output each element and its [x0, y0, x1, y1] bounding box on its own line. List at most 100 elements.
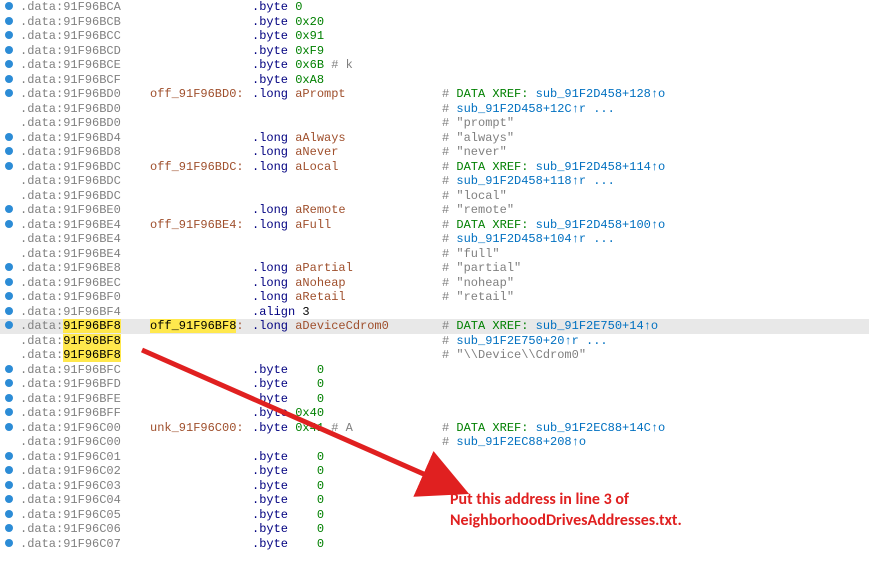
asm-line[interactable]: .data:91F96BEC.long aNoheap# "noheap" [0, 276, 869, 291]
asm-line[interactable]: .data:91F96C04.byte 0 [0, 493, 869, 508]
breakpoint-marker[interactable] [4, 378, 16, 390]
breakpoint-marker[interactable] [4, 219, 16, 231]
breakpoint-marker[interactable] [4, 117, 16, 129]
asm-line[interactable]: .data:91F96BE4# sub_91F2D458+104↑r ... [0, 232, 869, 247]
disassembly-listing[interactable]: .data:91F96BCA.byte 0.data:91F96BCB.byte… [0, 0, 869, 551]
breakpoint-marker[interactable] [4, 538, 16, 550]
breakpoint-marker[interactable] [4, 74, 16, 86]
xref-label: DATA XREF: [456, 319, 535, 333]
breakpoint-marker[interactable] [4, 248, 16, 260]
breakpoint-marker[interactable] [4, 407, 16, 419]
breakpoint-marker[interactable] [4, 335, 16, 347]
breakpoint-marker[interactable] [4, 306, 16, 318]
breakpoint-marker[interactable] [4, 277, 16, 289]
address-column: .data:91F96BCA [20, 0, 150, 15]
asm-line[interactable]: .data:91F96BD0# "prompt" [0, 116, 869, 131]
asm-line[interactable]: .data:91F96BFC.byte 0 [0, 363, 869, 378]
asm-line[interactable]: .data:91F96BD0off_91F96BD0:.long aPrompt… [0, 87, 869, 102]
xref-target[interactable]: sub_91F2D458+12C↑r ... [456, 102, 614, 116]
xref-target[interactable]: sub_91F2EC88+208↑o [456, 435, 586, 449]
asm-line[interactable]: .data:91F96BDC# "local" [0, 189, 869, 204]
address-column: .data:91F96C00 [20, 421, 150, 436]
asm-line[interactable]: .data:91F96BF8off_91F96BF8:.long aDevice… [0, 319, 869, 334]
asm-line[interactable]: .data:91F96BCD.byte 0xF9 [0, 44, 869, 59]
asm-line[interactable]: .data:91F96BCE.byte 0x6B # k [0, 58, 869, 73]
breakpoint-marker[interactable] [4, 204, 16, 216]
asm-line[interactable]: .data:91F96BCA.byte 0 [0, 0, 869, 15]
breakpoint-marker[interactable] [4, 59, 16, 71]
breakpoint-marker[interactable] [4, 523, 16, 535]
asm-line[interactable]: .data:91F96C01.byte 0 [0, 450, 869, 465]
asm-line[interactable]: .data:91F96C07.byte 0 [0, 537, 869, 552]
breakpoint-marker[interactable] [4, 451, 16, 463]
breakpoint-marker[interactable] [4, 132, 16, 144]
asm-line[interactable]: .data:91F96BFD.byte 0 [0, 377, 869, 392]
asm-line[interactable]: .data:91F96BDC# sub_91F2D458+118↑r ... [0, 174, 869, 189]
asm-line[interactable]: .data:91F96BCC.byte 0x91 [0, 29, 869, 44]
xref-target[interactable]: sub_91F2D458+104↑r ... [456, 232, 614, 246]
breakpoint-marker[interactable] [4, 161, 16, 173]
breakpoint-marker[interactable] [4, 1, 16, 13]
asm-line[interactable]: .data:91F96BF8# sub_91F2E750+20↑r ... [0, 334, 869, 349]
breakpoint-marker[interactable] [4, 103, 16, 115]
segment: .data: [20, 0, 63, 14]
xref-target[interactable]: sub_91F2E750+20↑r ... [456, 334, 607, 348]
breakpoint-marker[interactable] [4, 291, 16, 303]
breakpoint-marker[interactable] [4, 349, 16, 361]
breakpoint-marker[interactable] [4, 509, 16, 521]
xref-target[interactable]: sub_91F2EC88+14C↑o [536, 421, 666, 435]
asm-line[interactable]: .data:91F96C00# sub_91F2EC88+208↑o [0, 435, 869, 450]
asm-line[interactable]: .data:91F96BD8.long aNever# "never" [0, 145, 869, 160]
segment: .data: [20, 508, 63, 522]
xref-target[interactable]: sub_91F2D458+128↑o [536, 87, 666, 101]
breakpoint-marker[interactable] [4, 422, 16, 434]
asm-line[interactable]: .data:91F96BDCoff_91F96BDC:.long aLocal#… [0, 160, 869, 175]
asm-line[interactable]: .data:91F96BFF.byte 0x40 [0, 406, 869, 421]
breakpoint-marker[interactable] [4, 30, 16, 42]
comment-string: "never" [456, 145, 506, 159]
breakpoint-marker[interactable] [4, 88, 16, 100]
breakpoint-marker[interactable] [4, 494, 16, 506]
operand-identifier: aRemote [295, 203, 345, 217]
asm-line[interactable]: .data:91F96C05.byte 0 [0, 508, 869, 523]
asm-line[interactable]: .data:91F96BF8# "\\Device\\Cdrom0" [0, 348, 869, 363]
asm-line[interactable]: .data:91F96BE4# "full" [0, 247, 869, 262]
segment: .data: [20, 421, 63, 435]
breakpoint-marker[interactable] [4, 480, 16, 492]
asm-line[interactable]: .data:91F96C00unk_91F96C00:.byte 0x41 # … [0, 421, 869, 436]
asm-line[interactable]: .data:91F96BE0.long aRemote# "remote" [0, 203, 869, 218]
asm-line[interactable]: .data:91F96BE8.long aPartial# "partial" [0, 261, 869, 276]
breakpoint-marker[interactable] [4, 146, 16, 158]
asm-line[interactable]: .data:91F96C06.byte 0 [0, 522, 869, 537]
breakpoint-marker[interactable] [4, 320, 16, 332]
asm-line[interactable]: .data:91F96BF4.align 3 [0, 305, 869, 320]
comment-column: # sub_91F2D458+118↑r ... [442, 174, 615, 189]
breakpoint-marker[interactable] [4, 436, 16, 448]
asm-line[interactable]: .data:91F96BFE.byte 0 [0, 392, 869, 407]
breakpoint-marker[interactable] [4, 190, 16, 202]
asm-line[interactable]: .data:91F96BE4off_91F96BE4:.long aFull# … [0, 218, 869, 233]
breakpoint-marker[interactable] [4, 262, 16, 274]
xref-target[interactable]: sub_91F2D458+100↑o [536, 218, 666, 232]
instruction-column: .long aFull [252, 218, 442, 233]
breakpoint-marker[interactable] [4, 45, 16, 57]
breakpoint-marker[interactable] [4, 465, 16, 477]
xref-target[interactable]: sub_91F2E750+14↑o [536, 319, 658, 333]
breakpoint-marker[interactable] [4, 233, 16, 245]
asm-line[interactable]: .data:91F96C02.byte 0 [0, 464, 869, 479]
asm-line[interactable]: .data:91F96BD0# sub_91F2D458+12C↑r ... [0, 102, 869, 117]
asm-line[interactable]: .data:91F96C03.byte 0 [0, 479, 869, 494]
breakpoint-marker[interactable] [4, 175, 16, 187]
asm-line[interactable]: .data:91F96BF0.long aRetail# "retail" [0, 290, 869, 305]
comment-column: # "retail" [442, 290, 514, 305]
asm-line[interactable]: .data:91F96BCF.byte 0xA8 [0, 73, 869, 88]
breakpoint-marker[interactable] [4, 393, 16, 405]
segment: .data: [20, 319, 63, 333]
breakpoint-marker[interactable] [4, 16, 16, 28]
segment: .data: [20, 276, 63, 290]
breakpoint-marker[interactable] [4, 364, 16, 376]
asm-line[interactable]: .data:91F96BD4.long aAlways# "always" [0, 131, 869, 146]
xref-target[interactable]: sub_91F2D458+114↑o [536, 160, 666, 174]
xref-target[interactable]: sub_91F2D458+118↑r ... [456, 174, 614, 188]
asm-line[interactable]: .data:91F96BCB.byte 0x20 [0, 15, 869, 30]
